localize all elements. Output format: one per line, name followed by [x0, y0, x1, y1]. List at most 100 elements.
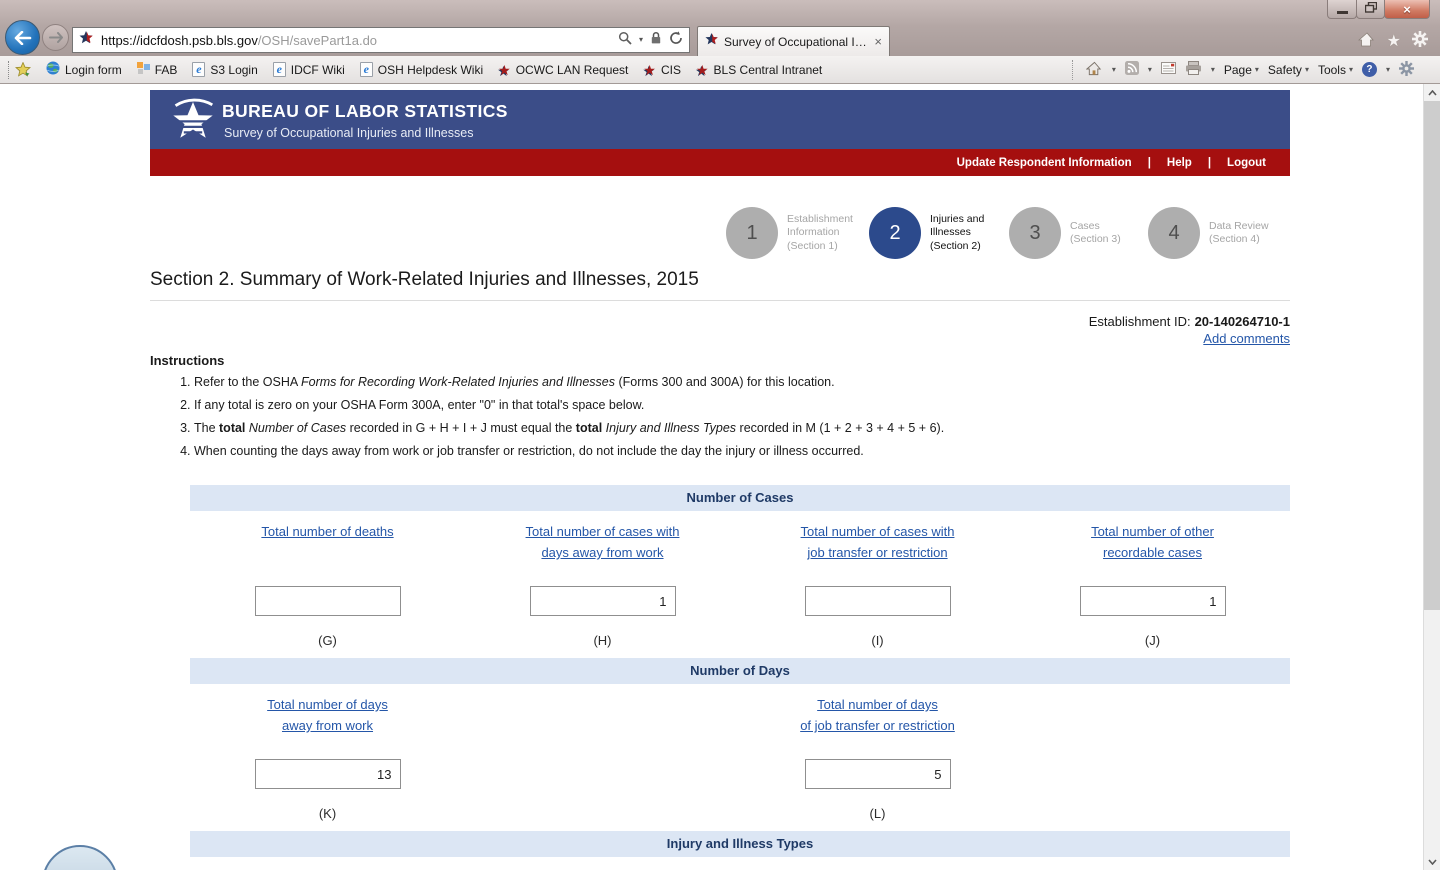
step-4-circle[interactable]: 4	[1148, 207, 1200, 259]
total-deaths-input[interactable]	[254, 586, 401, 616]
browser-navigation-bar: https://idcfdosh.psb.bls.gov/OSH/savePar…	[0, 20, 1440, 56]
instruction-item: When counting the days away from work or…	[194, 444, 1290, 458]
step-3-cases: 3 Cases (Section 3)	[1009, 207, 1165, 259]
chevron-down-icon: ▾	[1254, 64, 1259, 74]
browser-tab[interactable]: Survey of Occupational Inju... ×	[697, 26, 890, 56]
cases-job-transfer-input[interactable]	[804, 586, 951, 616]
add-favorite-star-icon	[15, 62, 31, 77]
scroll-down-arrow[interactable]	[1424, 853, 1440, 870]
rss-feed-icon[interactable]	[1124, 61, 1139, 78]
cases-column-other-recordable: Total number of otherrecordable cases (J…	[1015, 511, 1290, 648]
forward-arrow-icon	[48, 32, 63, 43]
close-button[interactable]: ×	[1384, 0, 1430, 19]
lock-icon	[650, 31, 662, 50]
bls-logo-icon	[170, 97, 216, 147]
cases-job-transfer-link[interactable]: Total number of cases with job transfer o…	[801, 524, 955, 560]
other-recordable-cases-input[interactable]	[1079, 586, 1226, 616]
cases-column-deaths: Total number of deaths (G)	[190, 511, 465, 648]
step-3-circle[interactable]: 3	[1009, 207, 1061, 259]
column-letter: (I)	[871, 633, 884, 648]
ie-page-icon: e	[192, 62, 206, 77]
favorite-item-ocwc-lan-request[interactable]: ★ OCWC LAN Request	[498, 63, 628, 77]
cases-days-away-link[interactable]: Total number of cases with days away from…	[526, 524, 680, 560]
site-header: BUREAU OF LABOR STATISTICS Survey of Occ…	[150, 90, 1290, 149]
favorite-item-osh-helpdesk-wiki[interactable]: e OSH Helpdesk Wiki	[359, 62, 483, 77]
days-column-away-from-work: Total number of daysaway from work (K)	[190, 684, 465, 821]
column-letter: (K)	[318, 806, 337, 821]
ie-page-icon: e	[359, 62, 373, 77]
tiles-icon	[136, 61, 150, 78]
step-1-circle[interactable]: 1	[726, 207, 778, 259]
step-2-circle[interactable]: 2	[869, 207, 921, 259]
forward-button[interactable]	[42, 24, 69, 51]
site-subtitle: Survey of Occupational Injuries and Illn…	[224, 126, 474, 140]
establishment-id-label: Establishment ID:	[1088, 314, 1191, 329]
address-bar[interactable]: https://idcfdosh.psb.bls.gov/OSH/savePar…	[72, 27, 690, 53]
page-menu[interactable]: Page ▾	[1224, 63, 1259, 77]
favorites-star-icon[interactable]: ★	[1387, 33, 1401, 50]
favorite-item-login-form[interactable]: Login form	[46, 61, 122, 78]
total-deaths-link[interactable]: Total number of deaths	[261, 524, 393, 539]
settings-gear-icon[interactable]	[1412, 31, 1428, 52]
search-icon[interactable]	[618, 31, 632, 50]
cases-column-days-away: Total number of cases with days away from…	[465, 511, 740, 648]
favorite-item-cis[interactable]: ★ CIS	[643, 63, 681, 77]
add-favorite-button[interactable]	[15, 62, 31, 77]
establishment-id-value: 20-140264710-1	[1194, 314, 1290, 329]
scroll-up-arrow[interactable]	[1424, 84, 1440, 101]
days-job-transfer-link[interactable]: Total number of days of job transfer or r…	[800, 697, 955, 733]
days-column-job-transfer: Total number of days of job transfer or r…	[740, 684, 1015, 821]
page-title: Section 2. Summary of Work-Related Injur…	[150, 269, 1290, 301]
nav-separator: |	[1147, 156, 1151, 169]
home-icon[interactable]	[1357, 31, 1376, 52]
print-dropdown-icon[interactable]: ▾	[1211, 65, 1215, 74]
restore-icon	[1364, 0, 1377, 18]
back-arrow-icon	[14, 30, 31, 45]
favorite-item-bls-central-intranet[interactable]: ★ BLS Central Intranet	[696, 63, 822, 77]
help-icon[interactable]: ?	[1361, 62, 1377, 77]
home-icon[interactable]	[1085, 61, 1103, 79]
nav-separator: |	[1207, 156, 1212, 169]
favorite-item-idcf-wiki[interactable]: e IDCF Wiki	[272, 62, 345, 77]
column-letter: (L)	[869, 806, 886, 821]
other-recordable-cases-link[interactable]: Total number of other recordable cases	[1091, 524, 1214, 560]
column-letter: (H)	[593, 633, 612, 648]
restore-button[interactable]	[1356, 0, 1385, 19]
scrollbar-thumb[interactable]	[1424, 101, 1440, 610]
add-comments-link[interactable]: Add comments	[1203, 331, 1290, 346]
help-dropdown-icon[interactable]: ▾	[1386, 65, 1390, 74]
tools-menu[interactable]: Tools ▾	[1318, 63, 1353, 77]
minimize-button[interactable]	[1327, 0, 1357, 19]
floating-widget-button[interactable]	[42, 845, 118, 870]
read-mail-icon[interactable]	[1160, 62, 1176, 77]
ie-page-icon: e	[272, 62, 286, 77]
days-job-transfer-input[interactable]	[804, 759, 951, 789]
favorite-item-fab[interactable]: FAB	[136, 61, 177, 78]
update-respondent-info-link[interactable]: Update Respondent Information	[957, 157, 1132, 169]
favorite-item-s3-login[interactable]: e S3 Login	[192, 62, 258, 77]
step-1-label: Establishment Information (Section 1)	[787, 212, 853, 252]
bls-star-icon: ★	[643, 61, 656, 78]
home-dropdown-icon[interactable]: ▾	[1112, 65, 1116, 74]
column-letter: (J)	[1144, 633, 1161, 648]
establishment-id-line: Establishment ID: 20-140264710-1	[150, 314, 1290, 329]
days-away-from-work-link[interactable]: Total number of days away from work	[267, 697, 388, 733]
tab-title: Survey of Occupational Inju...	[724, 34, 871, 49]
gear-icon[interactable]	[1399, 60, 1414, 79]
back-button[interactable]	[5, 20, 40, 55]
site-title: BUREAU OF LABOR STATISTICS	[222, 101, 508, 121]
help-link[interactable]: Help	[1167, 157, 1192, 169]
logout-link[interactable]: Logout	[1227, 157, 1266, 169]
rss-dropdown-icon[interactable]: ▾	[1148, 65, 1152, 74]
step-4-label: Data Review (Section 4)	[1209, 219, 1269, 246]
safety-menu[interactable]: Safety ▾	[1268, 63, 1309, 77]
cases-days-away-input[interactable]	[529, 586, 676, 616]
search-dropdown-icon[interactable]: ▾	[639, 36, 643, 44]
chevron-down-icon: ▾	[1348, 64, 1353, 74]
refresh-icon[interactable]	[669, 30, 683, 50]
vertical-scrollbar[interactable]	[1423, 84, 1440, 870]
print-icon[interactable]	[1185, 61, 1202, 78]
window-titlebar: ×	[0, 0, 1440, 26]
days-away-from-work-input[interactable]	[254, 759, 401, 789]
tab-close-icon[interactable]: ×	[874, 35, 882, 48]
